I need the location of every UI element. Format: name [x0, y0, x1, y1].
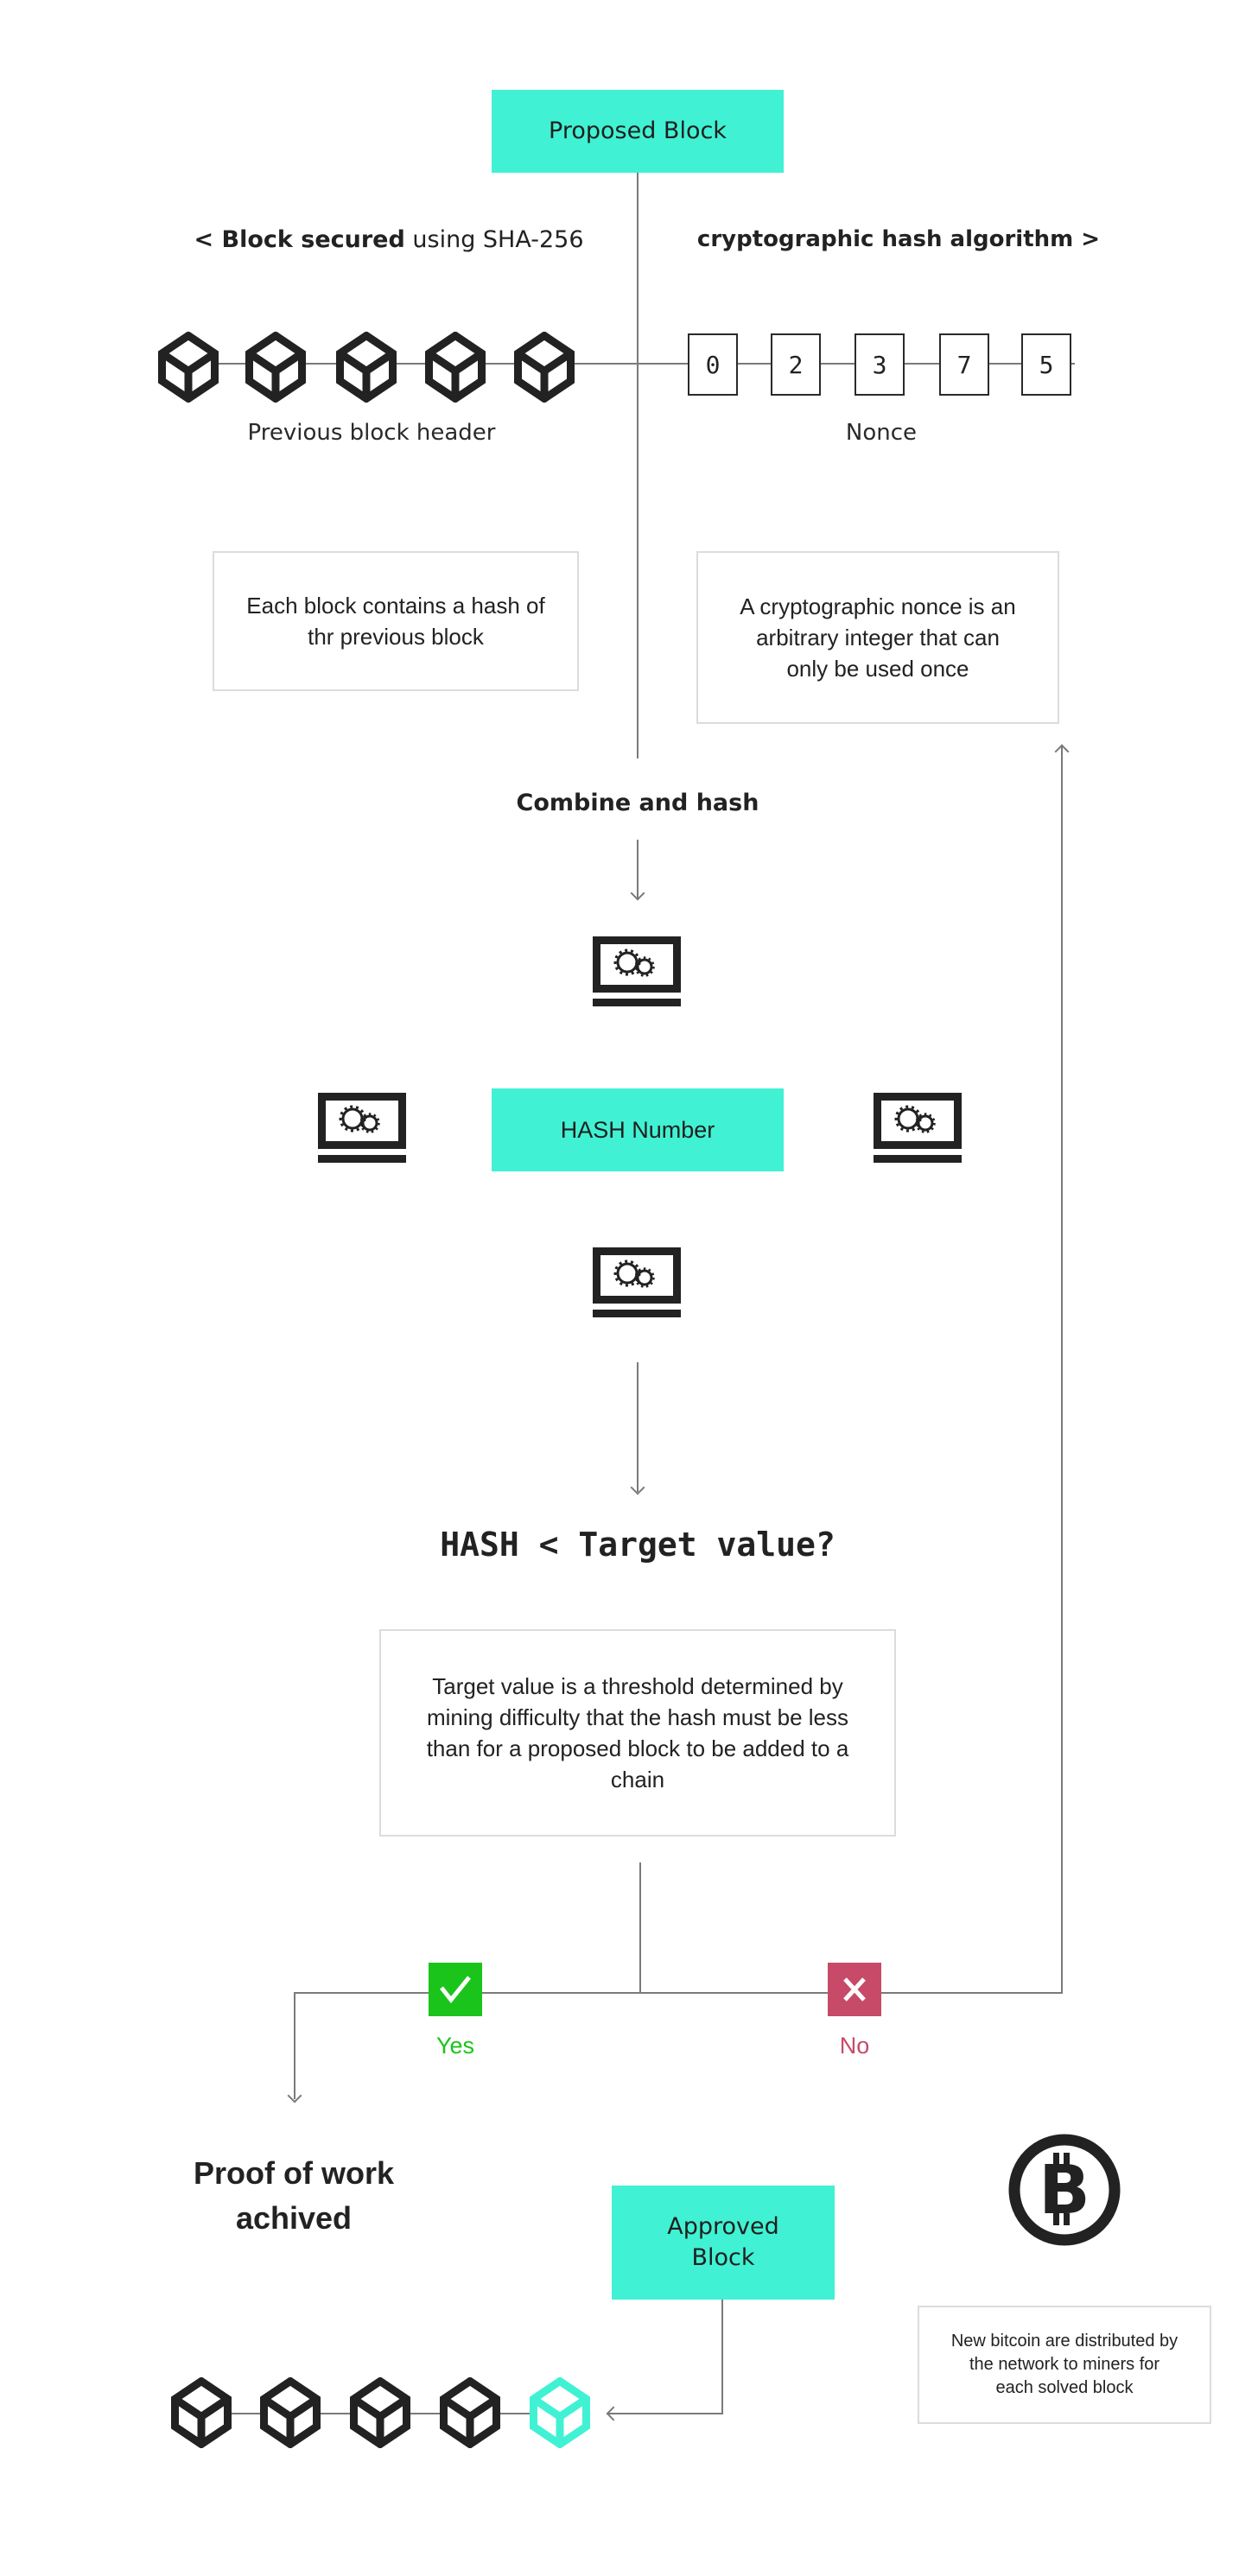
approved-block: Approved Block — [612, 2186, 835, 2300]
proposed-block: Proposed Block — [492, 90, 784, 173]
checkmark-icon — [440, 1976, 471, 2004]
no-badge — [828, 1963, 881, 2016]
cube-icon — [260, 2376, 321, 2452]
cube-icon — [336, 331, 397, 406]
bitcoin-reward: B — [1008, 2134, 1121, 2249]
cube-icon-new-block — [530, 2376, 590, 2452]
connector-to-question — [637, 1362, 639, 1492]
note-reward: New bitcoin are distributed by the netwo… — [918, 2306, 1211, 2424]
connector-to-decision — [639, 1862, 641, 1994]
miner-computer-top — [593, 936, 681, 1011]
approved-block-label: Approved Block — [667, 2213, 779, 2271]
note-target-definition: Target value is a threshold determined b… — [379, 1629, 896, 1837]
yes-badge — [429, 1963, 482, 2016]
cube-icon — [514, 331, 575, 406]
nonce-digit: 5 — [1021, 333, 1071, 396]
note-nonce-definition: A cryptographic nonce is an arbitrary in… — [696, 551, 1059, 724]
cube-icon — [440, 2376, 500, 2452]
x-icon — [843, 1977, 866, 2002]
cube-icon — [245, 331, 306, 406]
header-right: cryptographic hash algorithm > — [683, 226, 1115, 252]
miner-computer-left — [318, 1093, 406, 1167]
header-left: < Block secured using SHA-256 — [173, 226, 605, 253]
connector-decision-horizontal — [294, 1992, 1063, 1994]
connector-main-vertical — [637, 173, 639, 758]
computer-gears-icon — [318, 1093, 406, 1163]
note-reward-text: New bitcoin are distributed by the netwo… — [950, 2332, 1179, 2397]
note-target-definition-text: Target value is a threshold determined b… — [426, 1673, 849, 1792]
connector-yes-down — [294, 1992, 295, 2099]
hash-number-box: HASH Number — [492, 1088, 784, 1171]
arrowhead-down — [287, 2088, 302, 2103]
nonce-digit: 0 — [688, 333, 738, 396]
nonce-digit: 3 — [855, 333, 905, 396]
computer-gears-icon — [874, 1093, 962, 1163]
yes-label: Yes — [435, 2033, 475, 2059]
cube-icon — [158, 331, 219, 406]
connector-approved-down — [721, 2300, 723, 2414]
arrowhead-down — [630, 885, 645, 901]
cube-icon — [171, 2376, 232, 2452]
note-nonce-definition-text: A cryptographic nonce is an arbitrary in… — [740, 593, 1016, 682]
cube-icon — [425, 331, 486, 406]
nonce-digit: 7 — [939, 333, 989, 396]
header-left-prefix: < — [194, 226, 222, 253]
hash-number-label: HASH Number — [560, 1117, 715, 1143]
computer-gears-icon — [593, 936, 681, 1006]
header-left-rest: using SHA-256 — [404, 226, 584, 253]
cube-icon — [350, 2376, 410, 2452]
header-left-bold: Block secured — [221, 226, 405, 253]
nonce-caption: Nonce — [845, 420, 918, 446]
miner-computer-bottom — [593, 1247, 681, 1322]
arrowhead-up — [1054, 744, 1070, 759]
miner-computer-right — [874, 1093, 962, 1167]
proof-of-work-label: Proof of work achived — [194, 2155, 394, 2236]
connector-approved-left — [608, 2413, 723, 2414]
bitcoin-icon: B — [1008, 2134, 1121, 2246]
connector-no-up — [1061, 745, 1063, 1994]
nonce-digit: 2 — [771, 333, 821, 396]
no-label: No — [839, 2033, 870, 2059]
note-previous-hash: Each block contains a hash of thr previo… — [213, 551, 579, 691]
computer-gears-icon — [593, 1247, 681, 1317]
arrowhead-left — [606, 2406, 621, 2421]
header-right-text: cryptographic hash algorithm > — [696, 226, 1101, 252]
previous-chain-caption: Previous block header — [247, 420, 496, 446]
combine-label: Combine and hash — [516, 790, 759, 816]
arrowhead-down — [630, 1480, 645, 1495]
note-previous-hash-text: Each block contains a hash of thr previo… — [246, 593, 545, 650]
proposed-block-label: Proposed Block — [549, 117, 727, 144]
target-question: HASH < Target value? — [440, 1526, 835, 1564]
